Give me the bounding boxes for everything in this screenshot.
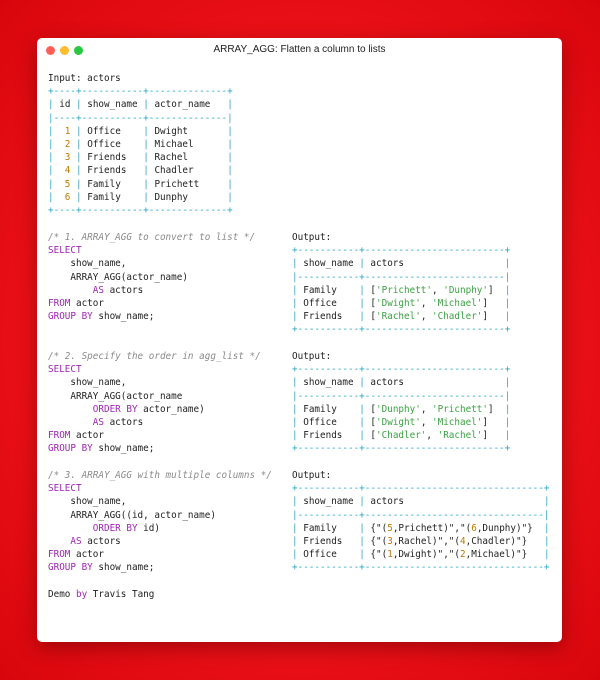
- output-label: Output:: [292, 232, 332, 243]
- row-show-name: Family: [303, 522, 360, 534]
- row-show-name: Family: [87, 178, 144, 190]
- query-1-output: Output: +-----------+-------------------…: [292, 232, 511, 336]
- row-show-name: Friends: [303, 536, 360, 548]
- table-row: Friends | ['Rachel', 'Chadler']: [303, 311, 488, 323]
- table-row: 2 | Office | Michael: [53, 139, 228, 151]
- column-header-show-name: show_name: [303, 496, 360, 508]
- row-actor-name: Prichett: [154, 178, 228, 190]
- input-label: Input: actors: [48, 73, 121, 84]
- row-show-name: Office: [303, 298, 360, 310]
- row-actors: {"(1,Dwight)","(2,Michael)"}: [370, 549, 528, 561]
- table-row: 6 | Family | Dunphy: [53, 191, 228, 203]
- row-show-name: Friends: [303, 430, 360, 442]
- row-id: 5: [53, 178, 71, 190]
- code-line: ORDER BY id): [92, 522, 160, 534]
- code-line: SELECT: [48, 245, 82, 257]
- table-row: Office | ['Dwight', 'Michael']: [303, 298, 488, 310]
- row-actors: ['Dwight', 'Michael']: [370, 417, 488, 429]
- row-actors: ['Dunphy', 'Prichett']: [370, 403, 494, 415]
- row-show-name: Office: [87, 139, 144, 151]
- code-line: show_name,: [48, 377, 127, 389]
- output-label: Output:: [292, 351, 332, 362]
- row-show-name: Office: [87, 125, 144, 137]
- code-line: GROUP BY show_name;: [48, 443, 155, 455]
- row-show-name: Office: [303, 549, 360, 561]
- output-label: Output:: [292, 470, 332, 481]
- row-show-name: Family: [303, 284, 360, 296]
- row-show-name: Friends: [87, 165, 144, 177]
- query-3-code: /* 3. ARRAY_AGG with multiple columns */…: [48, 469, 272, 575]
- column-header-actors: actors: [370, 496, 544, 508]
- row-id: 6: [53, 191, 71, 203]
- code-line: AS actors: [70, 536, 121, 548]
- row-show-name: Office: [303, 417, 360, 429]
- window-title: ARRAY_AGG: Flatten a column to lists: [213, 44, 386, 55]
- row-actors: ['Chadler', 'Rachel']: [370, 430, 488, 442]
- row-actor-name: Chadler: [154, 165, 228, 177]
- row-id: 3: [53, 152, 71, 164]
- query-comment: /* 1. ARRAY_AGG to convert to list */: [48, 232, 256, 243]
- code-line: SELECT: [48, 483, 82, 495]
- code-line: ARRAY_AGG(actor_name: [48, 390, 183, 402]
- table-row: 4 | Friends | Chadler: [53, 165, 228, 177]
- row-show-name: Friends: [87, 152, 144, 164]
- query-comment: /* 3. ARRAY_AGG with multiple columns */: [48, 470, 272, 481]
- row-show-name: Family: [303, 403, 360, 415]
- table-row: Family | {"(5,Prichett)","(6,Dunphy)"}: [303, 522, 533, 534]
- code-line: show_name,: [48, 496, 127, 508]
- row-id: 1: [53, 125, 71, 137]
- code-line: show_name,: [48, 258, 127, 270]
- row-id: 4: [53, 165, 71, 177]
- column-header-show-name: show_name: [87, 99, 144, 111]
- query-3-output: Output: +-----------+-------------------…: [292, 470, 550, 574]
- row-id: 2: [53, 139, 71, 151]
- table-row: Family | ['Prichett', 'Dunphy']: [303, 284, 494, 296]
- row-actors: {"(3,Rachel)","(4,Chadler)"}: [370, 536, 528, 548]
- query-2-code: /* 2. Specify the order in agg_list */ S…: [48, 350, 261, 456]
- column-header-actors: actors: [370, 377, 505, 389]
- query-comment: /* 2. Specify the order in agg_list */: [48, 351, 261, 362]
- code-line: ARRAY_AGG(actor_name): [48, 271, 188, 283]
- code-line: FROM actor: [48, 549, 104, 561]
- code-line: FROM actor: [48, 298, 104, 310]
- column-header-show-name: show_name: [303, 258, 360, 270]
- query-1-code: /* 1. ARRAY_AGG to convert to list */ SE…: [48, 231, 255, 323]
- row-actor-name: Dwight: [154, 125, 228, 137]
- table-row: Friends | {"(3,Rachel)","(4,Chadler)"}: [303, 536, 528, 548]
- code-window: ARRAY_AGG: Flatten a column to lists Inp…: [37, 38, 562, 642]
- row-show-name: Family: [87, 191, 144, 203]
- row-show-name: Friends: [303, 311, 360, 323]
- row-actor-name: Michael: [154, 139, 228, 151]
- row-actors: ['Dwight', 'Michael']: [370, 298, 488, 310]
- table-row: Friends | ['Chadler', 'Rachel']: [303, 430, 488, 442]
- code-line: FROM actor: [48, 430, 104, 442]
- row-actors: ['Rachel', 'Chadler']: [370, 311, 488, 323]
- table-row: 1 | Office | Dwight: [53, 125, 228, 137]
- input-table: Input: actors +----+-----------+--------…: [48, 73, 233, 217]
- column-header-actors: actors: [370, 258, 505, 270]
- footer-credit: Demo by Travis Tang: [48, 588, 154, 601]
- table-row: 5 | Family | Prichett: [53, 178, 228, 190]
- code-line: GROUP BY show_name;: [48, 311, 155, 323]
- code-line: GROUP BY show_name;: [48, 562, 155, 574]
- column-header-actor-name: actor_name: [154, 99, 228, 111]
- code-line: ARRAY_AGG((id, actor_name): [48, 509, 216, 521]
- table-row: 3 | Friends | Rachel: [53, 152, 228, 164]
- footer-text: Demo by Travis Tang: [48, 589, 155, 600]
- query-2-output: Output: +-----------+-------------------…: [292, 351, 511, 455]
- row-actors: ['Prichett', 'Dunphy']: [370, 284, 494, 296]
- code-line: AS actors: [92, 284, 144, 296]
- title-bar: ARRAY_AGG: Flatten a column to lists: [37, 38, 562, 64]
- row-actor-name: Rachel: [154, 152, 228, 164]
- row-actor-name: Dunphy: [154, 191, 228, 203]
- column-header-id: id: [59, 99, 77, 111]
- code-line: SELECT: [48, 364, 82, 376]
- table-row: Family | ['Dunphy', 'Prichett']: [303, 403, 494, 415]
- table-row: Office | {"(1,Dwight)","(2,Michael)"}: [303, 549, 528, 561]
- code-line: ORDER BY actor_name): [92, 403, 205, 415]
- code-line: AS actors: [92, 417, 144, 429]
- row-actors: {"(5,Prichett)","(6,Dunphy)"}: [370, 522, 533, 534]
- table-row: Office | ['Dwight', 'Michael']: [303, 417, 488, 429]
- column-header-show-name: show_name: [303, 377, 360, 389]
